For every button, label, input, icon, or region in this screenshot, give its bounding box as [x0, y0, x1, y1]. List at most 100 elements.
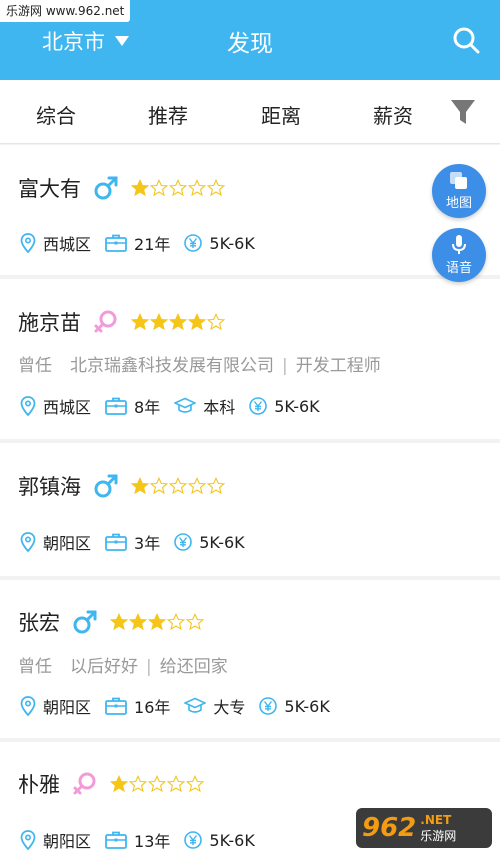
male-symbol-icon [94, 474, 118, 498]
star-icon [207, 179, 225, 197]
salary-info: 5K-6K [184, 830, 255, 850]
tab-comprehensive[interactable]: 综合 [36, 100, 76, 129]
map-layers-icon [450, 172, 467, 189]
previous-job-label: 曾任 [18, 356, 52, 376]
experience-info: 16年 [105, 694, 170, 718]
divider: | [282, 356, 288, 376]
star-icon [150, 179, 168, 197]
candidate-info: 朝阳区 13年 5K-6K [20, 828, 269, 852]
tab-distance[interactable]: 距离 [261, 100, 301, 129]
yen-icon [259, 697, 278, 715]
salary-info: 5K-6K [249, 396, 320, 416]
app-root: 乐游网 www.962.net 北京市 发现 综合 推荐 距离 薪资 富大有 西城… [0, 0, 500, 856]
star-icon [110, 775, 128, 793]
map-button-label: 地图 [445, 196, 472, 211]
watermark-logo-net: .NET [420, 812, 452, 827]
education-text: 大专 [213, 698, 246, 717]
previous-job-label: 曾任 [18, 657, 52, 677]
experience-text: 16年 [134, 698, 171, 717]
district-info: 朝阳区 [20, 828, 91, 852]
map-button[interactable]: 地图 [432, 164, 486, 218]
star-icon [129, 613, 147, 631]
star-icon [150, 477, 168, 495]
tab-recommend[interactable]: 推荐 [148, 100, 188, 129]
male-symbol-icon [73, 610, 97, 634]
page-title: 发现 [227, 31, 273, 57]
location-pin-icon [20, 233, 36, 253]
candidate-name: 朴雅 [18, 773, 60, 797]
experience-text: 8年 [134, 398, 161, 417]
previous-company: 北京瑞鑫科技发展有限公司 [70, 356, 274, 376]
candidate-header: 朴雅 [18, 769, 204, 799]
experience-info: 21年 [105, 231, 170, 255]
education-info: 大专 [184, 694, 245, 718]
district-text: 西城区 [43, 398, 92, 417]
candidate-card[interactable]: 郭镇海朝阳区 3年 5K-6K [0, 443, 500, 576]
district-text: 朝阳区 [43, 534, 92, 553]
district-text: 朝阳区 [43, 698, 92, 717]
salary-info: 5K-6K [174, 533, 245, 552]
district-info: 西城区 [20, 231, 91, 255]
candidate-name: 施京苗 [18, 311, 81, 335]
yen-icon [174, 533, 193, 551]
tab-salary[interactable]: 薪资 [373, 100, 413, 129]
search-icon[interactable] [452, 26, 480, 54]
candidate-name: 张宏 [18, 611, 60, 635]
star-icon [110, 613, 128, 631]
divider: | [146, 657, 152, 677]
star-icon [186, 613, 204, 631]
experience-info: 13年 [105, 828, 170, 852]
star-icon [207, 313, 225, 331]
rating-stars [131, 477, 225, 495]
rating-stars [131, 313, 225, 331]
candidate-info: 朝阳区 3年 5K-6K [20, 530, 259, 554]
star-icon [207, 477, 225, 495]
filter-icon[interactable] [450, 98, 476, 126]
location-pin-icon [20, 696, 36, 716]
candidate-info: 西城区 8年 本科 5K-6K [20, 394, 334, 418]
district-text: 西城区 [43, 235, 92, 254]
star-icon [167, 613, 185, 631]
candidate-name: 富大有 [18, 177, 81, 201]
education-info: 本科 [174, 394, 235, 418]
candidate-card[interactable]: 施京苗 曾任 北京瑞鑫科技发展有限公司 | 开发工程师 西城区 8年 本科 5K-6K [0, 279, 500, 439]
star-icon [131, 313, 149, 331]
candidate-card[interactable]: 张宏曾任 以后好好 | 给还回家朝阳区 16年 大专 5K-6K [0, 580, 500, 738]
star-icon [167, 775, 185, 793]
district-text: 朝阳区 [43, 832, 92, 851]
salary-text: 5K-6K [209, 830, 255, 850]
briefcase-icon [105, 234, 127, 252]
salary-text: 5K-6K [274, 396, 320, 416]
candidate-info: 西城区 21年 5K-6K [20, 231, 269, 255]
salary-text: 5K-6K [209, 233, 255, 253]
graduation-cap-icon [184, 697, 207, 713]
district-info: 西城区 [20, 394, 91, 418]
female-symbol-icon [73, 772, 96, 795]
voice-button[interactable]: 语音 [432, 228, 486, 282]
district-info: 朝阳区 [20, 530, 91, 554]
salary-text: 5K-6K [284, 696, 330, 716]
star-icon [188, 477, 206, 495]
rating-stars [131, 179, 225, 197]
previous-position: 给还回家 [159, 657, 228, 677]
candidate-card[interactable]: 富大有西城区 21年 5K-6K [0, 145, 500, 275]
yen-icon [184, 234, 203, 252]
previous-job: 曾任 以后好好 | 给还回家 [18, 652, 228, 677]
previous-company: 以后好好 [70, 657, 138, 677]
star-icon [129, 775, 147, 793]
experience-info: 8年 [105, 394, 160, 418]
briefcase-icon [105, 697, 127, 715]
education-text: 本科 [203, 398, 236, 417]
previous-job: 曾任 北京瑞鑫科技发展有限公司 | 开发工程师 [18, 351, 381, 376]
rating-stars [110, 613, 204, 631]
candidate-header: 郭镇海 [18, 471, 225, 501]
location-pin-icon [20, 396, 36, 416]
voice-button-label: 语音 [445, 261, 472, 276]
candidate-header: 施京苗 [18, 307, 225, 337]
star-icon [148, 775, 166, 793]
briefcase-icon [105, 397, 127, 415]
rating-stars [110, 775, 204, 793]
yen-icon [184, 831, 203, 849]
briefcase-icon [105, 533, 127, 551]
location-pin-icon [20, 830, 36, 850]
